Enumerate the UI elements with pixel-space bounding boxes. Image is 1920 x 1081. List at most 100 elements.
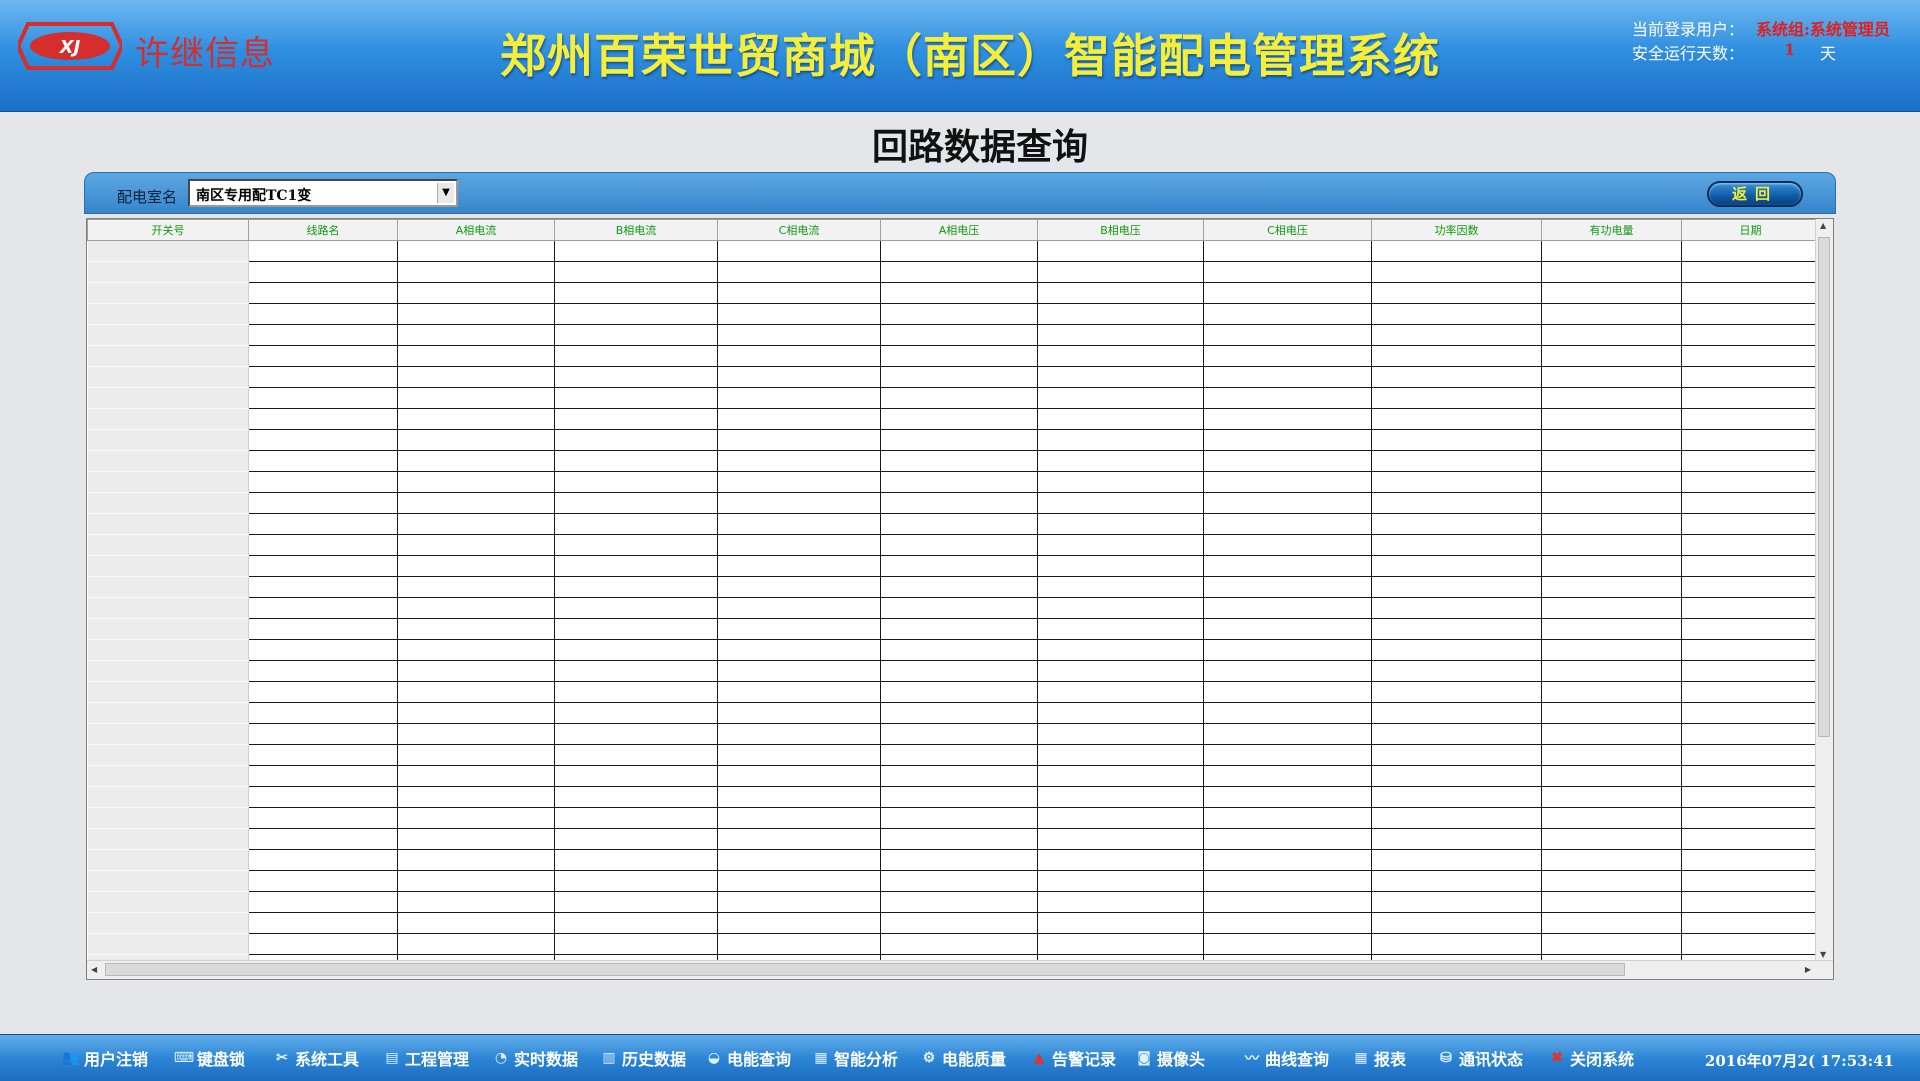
table-cell[interactable] [1371, 660, 1542, 682]
table-cell[interactable] [880, 240, 1038, 262]
table-cell[interactable] [554, 450, 718, 472]
table-cell[interactable] [397, 492, 555, 514]
back-button[interactable]: 返回 [1707, 181, 1803, 207]
table-cell[interactable] [1681, 723, 1820, 745]
table-cell[interactable] [248, 723, 398, 745]
table-cell[interactable] [1037, 828, 1204, 850]
table-cell[interactable] [554, 660, 718, 682]
table-cell[interactable] [397, 660, 555, 682]
scroll-left-icon[interactable]: ◀ [91, 965, 97, 974]
table-cell[interactable] [717, 261, 881, 283]
table-cell[interactable] [397, 324, 555, 346]
table-cell[interactable] [1681, 849, 1820, 871]
row-header-cell[interactable] [87, 387, 249, 409]
table-cell[interactable] [1371, 828, 1542, 850]
table-row[interactable] [87, 786, 1820, 808]
table-cell[interactable] [717, 618, 881, 640]
table-cell[interactable] [880, 450, 1038, 472]
table-cell[interactable] [1541, 702, 1682, 724]
table-cell[interactable] [1371, 702, 1542, 724]
table-cell[interactable] [397, 240, 555, 262]
table-cell[interactable] [1037, 618, 1204, 640]
table-cell[interactable] [717, 912, 881, 934]
table-cell[interactable] [1203, 639, 1372, 661]
table-cell[interactable] [1371, 534, 1542, 556]
table-cell[interactable] [1037, 744, 1204, 766]
table-cell[interactable] [1681, 345, 1820, 367]
table-cell[interactable] [1541, 534, 1682, 556]
row-header-cell[interactable] [87, 513, 249, 535]
table-cell[interactable] [1203, 492, 1372, 514]
horizontal-scrollbar[interactable]: ◀ ▶ [87, 960, 1833, 979]
table-cell[interactable] [1681, 786, 1820, 808]
table-cell[interactable] [1037, 324, 1204, 346]
table-cell[interactable] [1541, 429, 1682, 451]
table-cell[interactable] [397, 282, 555, 304]
table-row[interactable] [87, 450, 1820, 472]
table-cell[interactable] [1681, 450, 1820, 472]
taskbar-item-13[interactable]: ▦ 报表 [1352, 1045, 1406, 1071]
table-cell[interactable] [248, 387, 398, 409]
table-cell[interactable] [248, 765, 398, 787]
table-cell[interactable] [1681, 807, 1820, 829]
table-cell[interactable] [1371, 303, 1542, 325]
table-cell[interactable] [248, 450, 398, 472]
taskbar-item-7[interactable]: ◒ 电能查询 [705, 1045, 791, 1071]
row-header-cell[interactable] [87, 891, 249, 913]
table-cell[interactable] [1203, 702, 1372, 724]
column-header[interactable]: 开关号 [87, 219, 249, 241]
row-header-cell[interactable] [87, 723, 249, 745]
row-header-cell[interactable] [87, 681, 249, 703]
table-cell[interactable] [1541, 849, 1682, 871]
table-row[interactable] [87, 828, 1820, 850]
table-cell[interactable] [717, 828, 881, 850]
taskbar-item-3[interactable]: ✂ 系统工具 [273, 1045, 359, 1071]
table-row[interactable] [87, 933, 1820, 955]
taskbar-item-11[interactable]: ◙ 摄像头 [1135, 1045, 1205, 1071]
taskbar-item-8[interactable]: ▦ 智能分析 [812, 1045, 898, 1071]
table-row[interactable] [87, 744, 1820, 766]
table-cell[interactable] [1371, 849, 1542, 871]
table-cell[interactable] [1541, 828, 1682, 850]
table-cell[interactable] [1371, 387, 1542, 409]
table-cell[interactable] [248, 261, 398, 283]
table-cell[interactable] [554, 282, 718, 304]
table-cell[interactable] [1203, 891, 1372, 913]
table-cell[interactable] [1037, 681, 1204, 703]
column-header[interactable]: C相电流 [717, 219, 881, 241]
table-cell[interactable] [1203, 807, 1372, 829]
table-cell[interactable] [1037, 240, 1204, 262]
table-cell[interactable] [1681, 387, 1820, 409]
table-cell[interactable] [1681, 240, 1820, 262]
table-cell[interactable] [1203, 429, 1372, 451]
table-cell[interactable] [397, 786, 555, 808]
row-header-cell[interactable] [87, 765, 249, 787]
table-cell[interactable] [554, 303, 718, 325]
table-cell[interactable] [717, 891, 881, 913]
table-cell[interactable] [1203, 450, 1372, 472]
table-cell[interactable] [717, 324, 881, 346]
taskbar-item-12[interactable]: 〰曲线查询 [1243, 1045, 1329, 1071]
table-cell[interactable] [1037, 513, 1204, 535]
table-row[interactable] [87, 534, 1820, 556]
table-cell[interactable] [717, 555, 881, 577]
table-cell[interactable] [1037, 450, 1204, 472]
table-cell[interactable] [717, 471, 881, 493]
table-row[interactable] [87, 366, 1820, 388]
table-row[interactable] [87, 660, 1820, 682]
table-cell[interactable] [1681, 597, 1820, 619]
table-cell[interactable] [248, 534, 398, 556]
table-cell[interactable] [1681, 492, 1820, 514]
table-cell[interactable] [1541, 891, 1682, 913]
table-cell[interactable] [880, 387, 1038, 409]
table-cell[interactable] [1203, 345, 1372, 367]
table-cell[interactable] [397, 261, 555, 283]
table-cell[interactable] [1203, 744, 1372, 766]
table-cell[interactable] [717, 576, 881, 598]
table-row[interactable] [87, 618, 1820, 640]
table-cell[interactable] [1371, 345, 1542, 367]
table-cell[interactable] [1541, 744, 1682, 766]
table-cell[interactable] [1371, 912, 1542, 934]
table-cell[interactable] [554, 891, 718, 913]
table-cell[interactable] [1541, 807, 1682, 829]
